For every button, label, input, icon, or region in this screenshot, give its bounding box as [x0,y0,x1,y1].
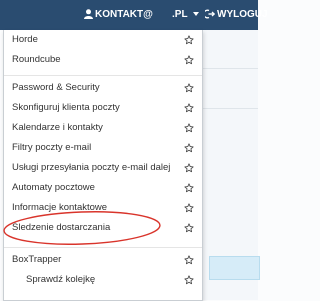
menu-item-check-queue[interactable]: Sprawdź kolejkę [4,270,202,290]
menu-item-email-filters[interactable]: Filtry poczty e-mail [4,138,202,158]
menu-item-boxtrapper[interactable]: BoxTrapper [4,250,202,270]
star-icon[interactable] [184,123,194,133]
chevron-down-icon [192,12,199,17]
logout-label: WYLOGUJ [217,9,268,20]
user-menu-button[interactable]: KONTAKT@ [84,0,153,30]
menu-divider [4,75,202,76]
menu-divider [4,247,202,248]
star-icon[interactable] [184,103,194,113]
menu-item-password-security[interactable]: Password & Security [4,78,202,98]
star-icon[interactable] [184,163,194,173]
top-bar: KONTAKT@ .PL WYLOGUJ [0,0,268,30]
menu-item-forwarders[interactable]: Usługi przesyłania poczty e-mail dalej [4,158,202,178]
star-icon[interactable] [184,203,194,213]
menu-item-autoresponders[interactable]: Automaty pocztowe [4,178,202,198]
domain-label: .PL [172,9,188,20]
menu-item-horde[interactable]: Horde [4,30,202,50]
menu-item-roundcube[interactable]: Roundcube [4,50,202,70]
user-icon [84,9,93,20]
star-icon[interactable] [184,35,194,45]
star-icon[interactable] [184,255,194,265]
domain-dropdown[interactable]: .PL [172,0,199,30]
menu-item-configure-mail-client[interactable]: Skonfiguruj klienta poczty [4,98,202,118]
logout-icon [205,9,215,19]
star-icon[interactable] [184,55,194,65]
menu-item-calendars-contacts[interactable]: Kalendarze i kontakty [4,118,202,138]
star-icon[interactable] [184,83,194,93]
user-label: KONTAKT@ [95,9,153,20]
email-dropdown-menu: Horde Roundcube Password & Security Skon… [3,30,203,301]
background-page [203,30,260,300]
star-icon[interactable] [184,275,194,285]
star-icon[interactable] [184,143,194,153]
logout-button[interactable]: WYLOGUJ [205,0,268,30]
star-icon[interactable] [184,183,194,193]
star-icon[interactable] [184,223,194,233]
menu-item-delivery-tracking[interactable]: Śledzenie dostarczania [4,218,202,238]
info-panel [209,256,260,280]
menu-item-contact-information[interactable]: Informacje kontaktowe [4,198,202,218]
